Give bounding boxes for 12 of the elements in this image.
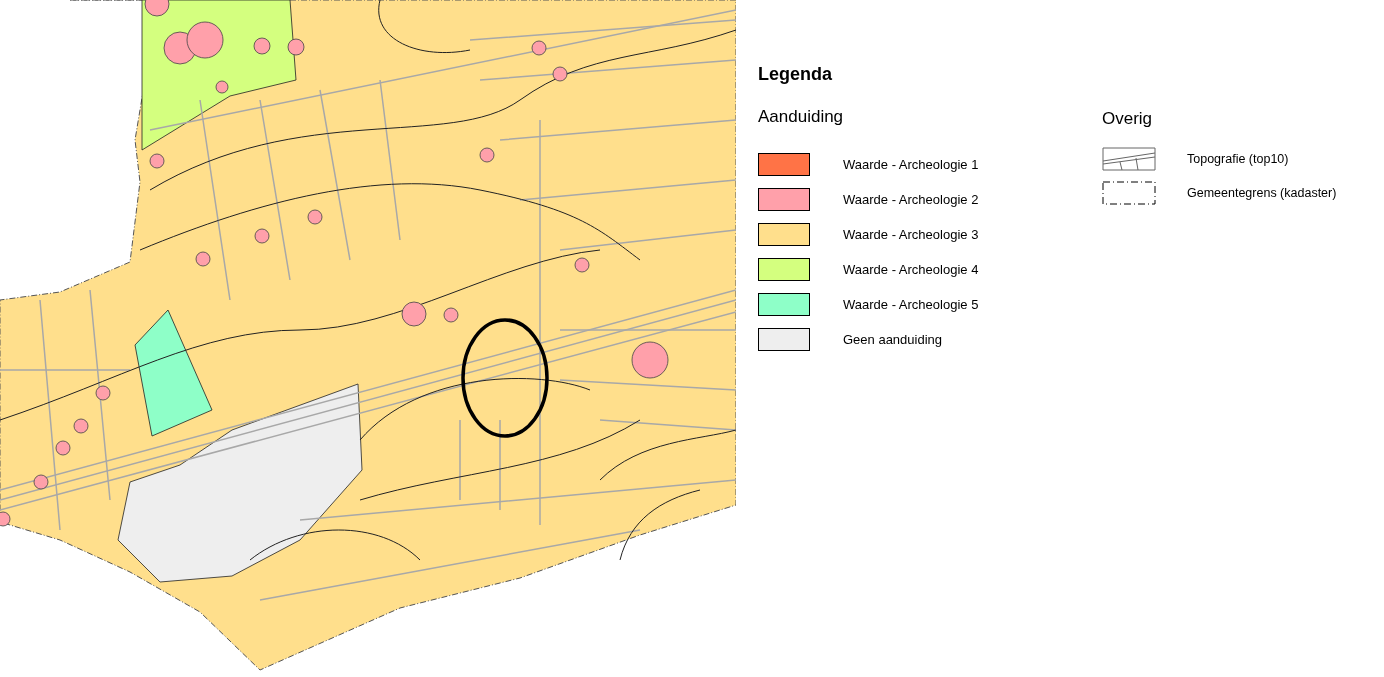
section-heading: Overig (1102, 108, 1154, 130)
legend-label: Waarde - Archeologie 1 (843, 157, 979, 172)
topography-symbol-icon (1102, 147, 1156, 171)
legend-label: Waarde - Archeologie 3 (843, 227, 979, 242)
legend-label: Waarde - Archeologie 4 (843, 262, 979, 277)
section-heading: Aanduiding (758, 106, 845, 128)
legend-label: Geen aanduiding (843, 332, 943, 347)
legend-label: Waarde - Archeologie 2 (843, 192, 979, 207)
legend-label: Waarde - Archeologie 5 (843, 297, 979, 312)
legend-label: Gemeentegrens (kadaster) (1187, 186, 1337, 200)
legend-label: Topografie (top10) (1187, 152, 1289, 166)
legend-title: Legenda (758, 63, 833, 86)
